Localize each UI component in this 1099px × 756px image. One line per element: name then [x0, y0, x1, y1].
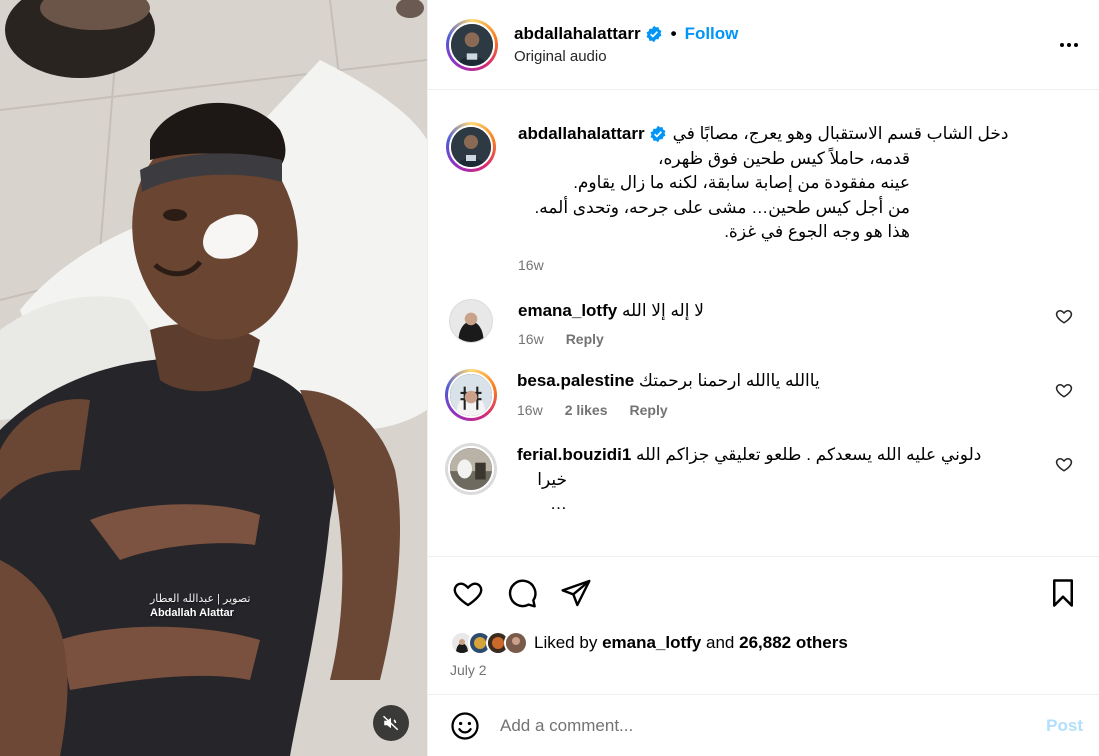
comment-time[interactable]: 16w — [518, 331, 544, 347]
like-comment-heart-icon[interactable] — [1055, 307, 1073, 325]
post-video[interactable]: تصوير | عبدالله العطار Abdallah Alattar — [0, 0, 427, 756]
comment-likes[interactable]: 2 likes — [565, 402, 608, 418]
avatar-image — [450, 374, 492, 416]
verified-badge-icon — [645, 25, 663, 43]
heart-icon — [453, 581, 483, 606]
like-comment-heart-icon[interactable] — [1055, 381, 1073, 399]
commenter-avatar[interactable] — [445, 369, 497, 421]
post-side-panel: abdallahalattarr • Follow Original audio — [427, 0, 1099, 756]
more-horizontal-icon — [1060, 42, 1078, 47]
video-watermark: تصوير | عبدالله العطار Abdallah Alattar — [150, 592, 250, 620]
post-comment-button[interactable]: Post — [1046, 716, 1083, 736]
avatar-image — [451, 23, 493, 66]
comment-input[interactable] — [500, 715, 1047, 736]
speaker-muted-icon — [382, 715, 399, 731]
post-header: abdallahalattarr • Follow Original audio — [428, 0, 1099, 90]
avatar-image — [451, 127, 491, 167]
avatar-image — [450, 448, 492, 490]
likes-summary[interactable]: Liked by emana_lotfy and 26,882 others — [428, 628, 1099, 658]
emoji-icon[interactable] — [450, 711, 480, 741]
like-button[interactable] — [450, 575, 486, 611]
caption-time[interactable]: 16w — [518, 257, 544, 273]
comment-text: ياالله ياالله ارحمنا برحمتك — [638, 371, 820, 390]
reply-button[interactable]: Reply — [566, 331, 604, 347]
comment-button[interactable] — [504, 575, 540, 611]
avatar-image — [450, 299, 492, 342]
liker-avatars — [450, 631, 528, 655]
video-frame — [0, 0, 427, 756]
comments-list[interactable]: abdallahalattarr دخل الشاب قسم الاستقبال… — [428, 90, 1099, 556]
follow-button[interactable]: Follow — [685, 24, 739, 44]
more-options-button[interactable] — [1055, 31, 1083, 59]
comment-composer: Post — [428, 694, 1099, 756]
commenter-avatar[interactable] — [449, 298, 493, 343]
author-username[interactable]: abdallahalattarr — [514, 24, 641, 44]
liked-by-and: and — [706, 633, 735, 652]
share-button[interactable] — [558, 575, 594, 611]
post-actions-bar — [428, 556, 1099, 628]
comment-item: besa.palestine ياالله ياالله ارحمنا برحم… — [445, 369, 1083, 421]
caption-line-4: من أجل كيس طحين… مشى على جرحه، وتحدى ألم… — [534, 197, 910, 217]
comment-text: لا إله إلا الله — [621, 300, 704, 320]
comment-time[interactable]: 16w — [517, 402, 543, 418]
author-avatar[interactable] — [446, 18, 498, 71]
caption-line-2: قدمه، حاملاً كيس طحين فوق ظهره، — [657, 148, 910, 168]
caption-line-1: دخل الشاب قسم الاستقبال وهو يعرج، مصابًا… — [672, 124, 1009, 143]
caption-line-3: عينه مفقودة من إصابة سابقة، لكنه ما زال … — [573, 173, 910, 192]
comment-username[interactable]: emana_lotfy — [518, 301, 617, 320]
comment-bubble-icon — [508, 579, 537, 608]
post-date[interactable]: July 2 — [428, 658, 1099, 694]
watermark-arabic: تصوير | عبدالله العطار — [150, 593, 251, 605]
paper-plane-icon — [561, 579, 591, 606]
liked-by-user[interactable]: emana_lotfy — [602, 633, 701, 653]
comment-username[interactable]: besa.palestine — [517, 371, 634, 390]
post-dialog: تصوير | عبدالله العطار Abdallah Alattar — [0, 0, 1099, 756]
liked-by-prefix: Liked by — [534, 633, 598, 652]
save-button[interactable] — [1045, 575, 1081, 611]
header-separator: • — [670, 24, 677, 43]
mute-button[interactable] — [373, 705, 409, 741]
reply-button[interactable]: Reply — [630, 402, 668, 418]
caption-line-5: هذا هو وجه الجوع في غزة. — [724, 222, 910, 241]
comment-text: دلوني عليه الله يسعدكم . طلعو تعليقي جزا… — [636, 445, 982, 464]
audio-label[interactable]: Original audio — [514, 48, 1055, 65]
comment-item: ferial.bouzidi1 دلوني عليه الله يسعدكم .… — [445, 443, 1083, 517]
commenter-avatar[interactable] — [445, 443, 497, 495]
like-comment-heart-icon[interactable] — [1055, 455, 1073, 473]
comment-username[interactable]: ferial.bouzidi1 — [517, 445, 631, 464]
verified-badge-icon — [649, 125, 667, 143]
comment-item: emana_lotfy لا إله إلا الله 16w Reply — [446, 298, 1083, 347]
bookmark-icon — [1053, 578, 1073, 607]
caption-author-avatar[interactable] — [446, 122, 496, 172]
comment-text-continued: خيرا … — [537, 469, 567, 514]
liker-avatar — [504, 631, 528, 655]
caption-username[interactable]: abdallahalattarr — [518, 122, 645, 147]
post-caption: abdallahalattarr دخل الشاب قسم الاستقبال… — [446, 106, 1083, 273]
liked-by-others[interactable]: 26,882 others — [739, 633, 848, 653]
watermark-name: Abdallah Alattar — [150, 607, 234, 619]
